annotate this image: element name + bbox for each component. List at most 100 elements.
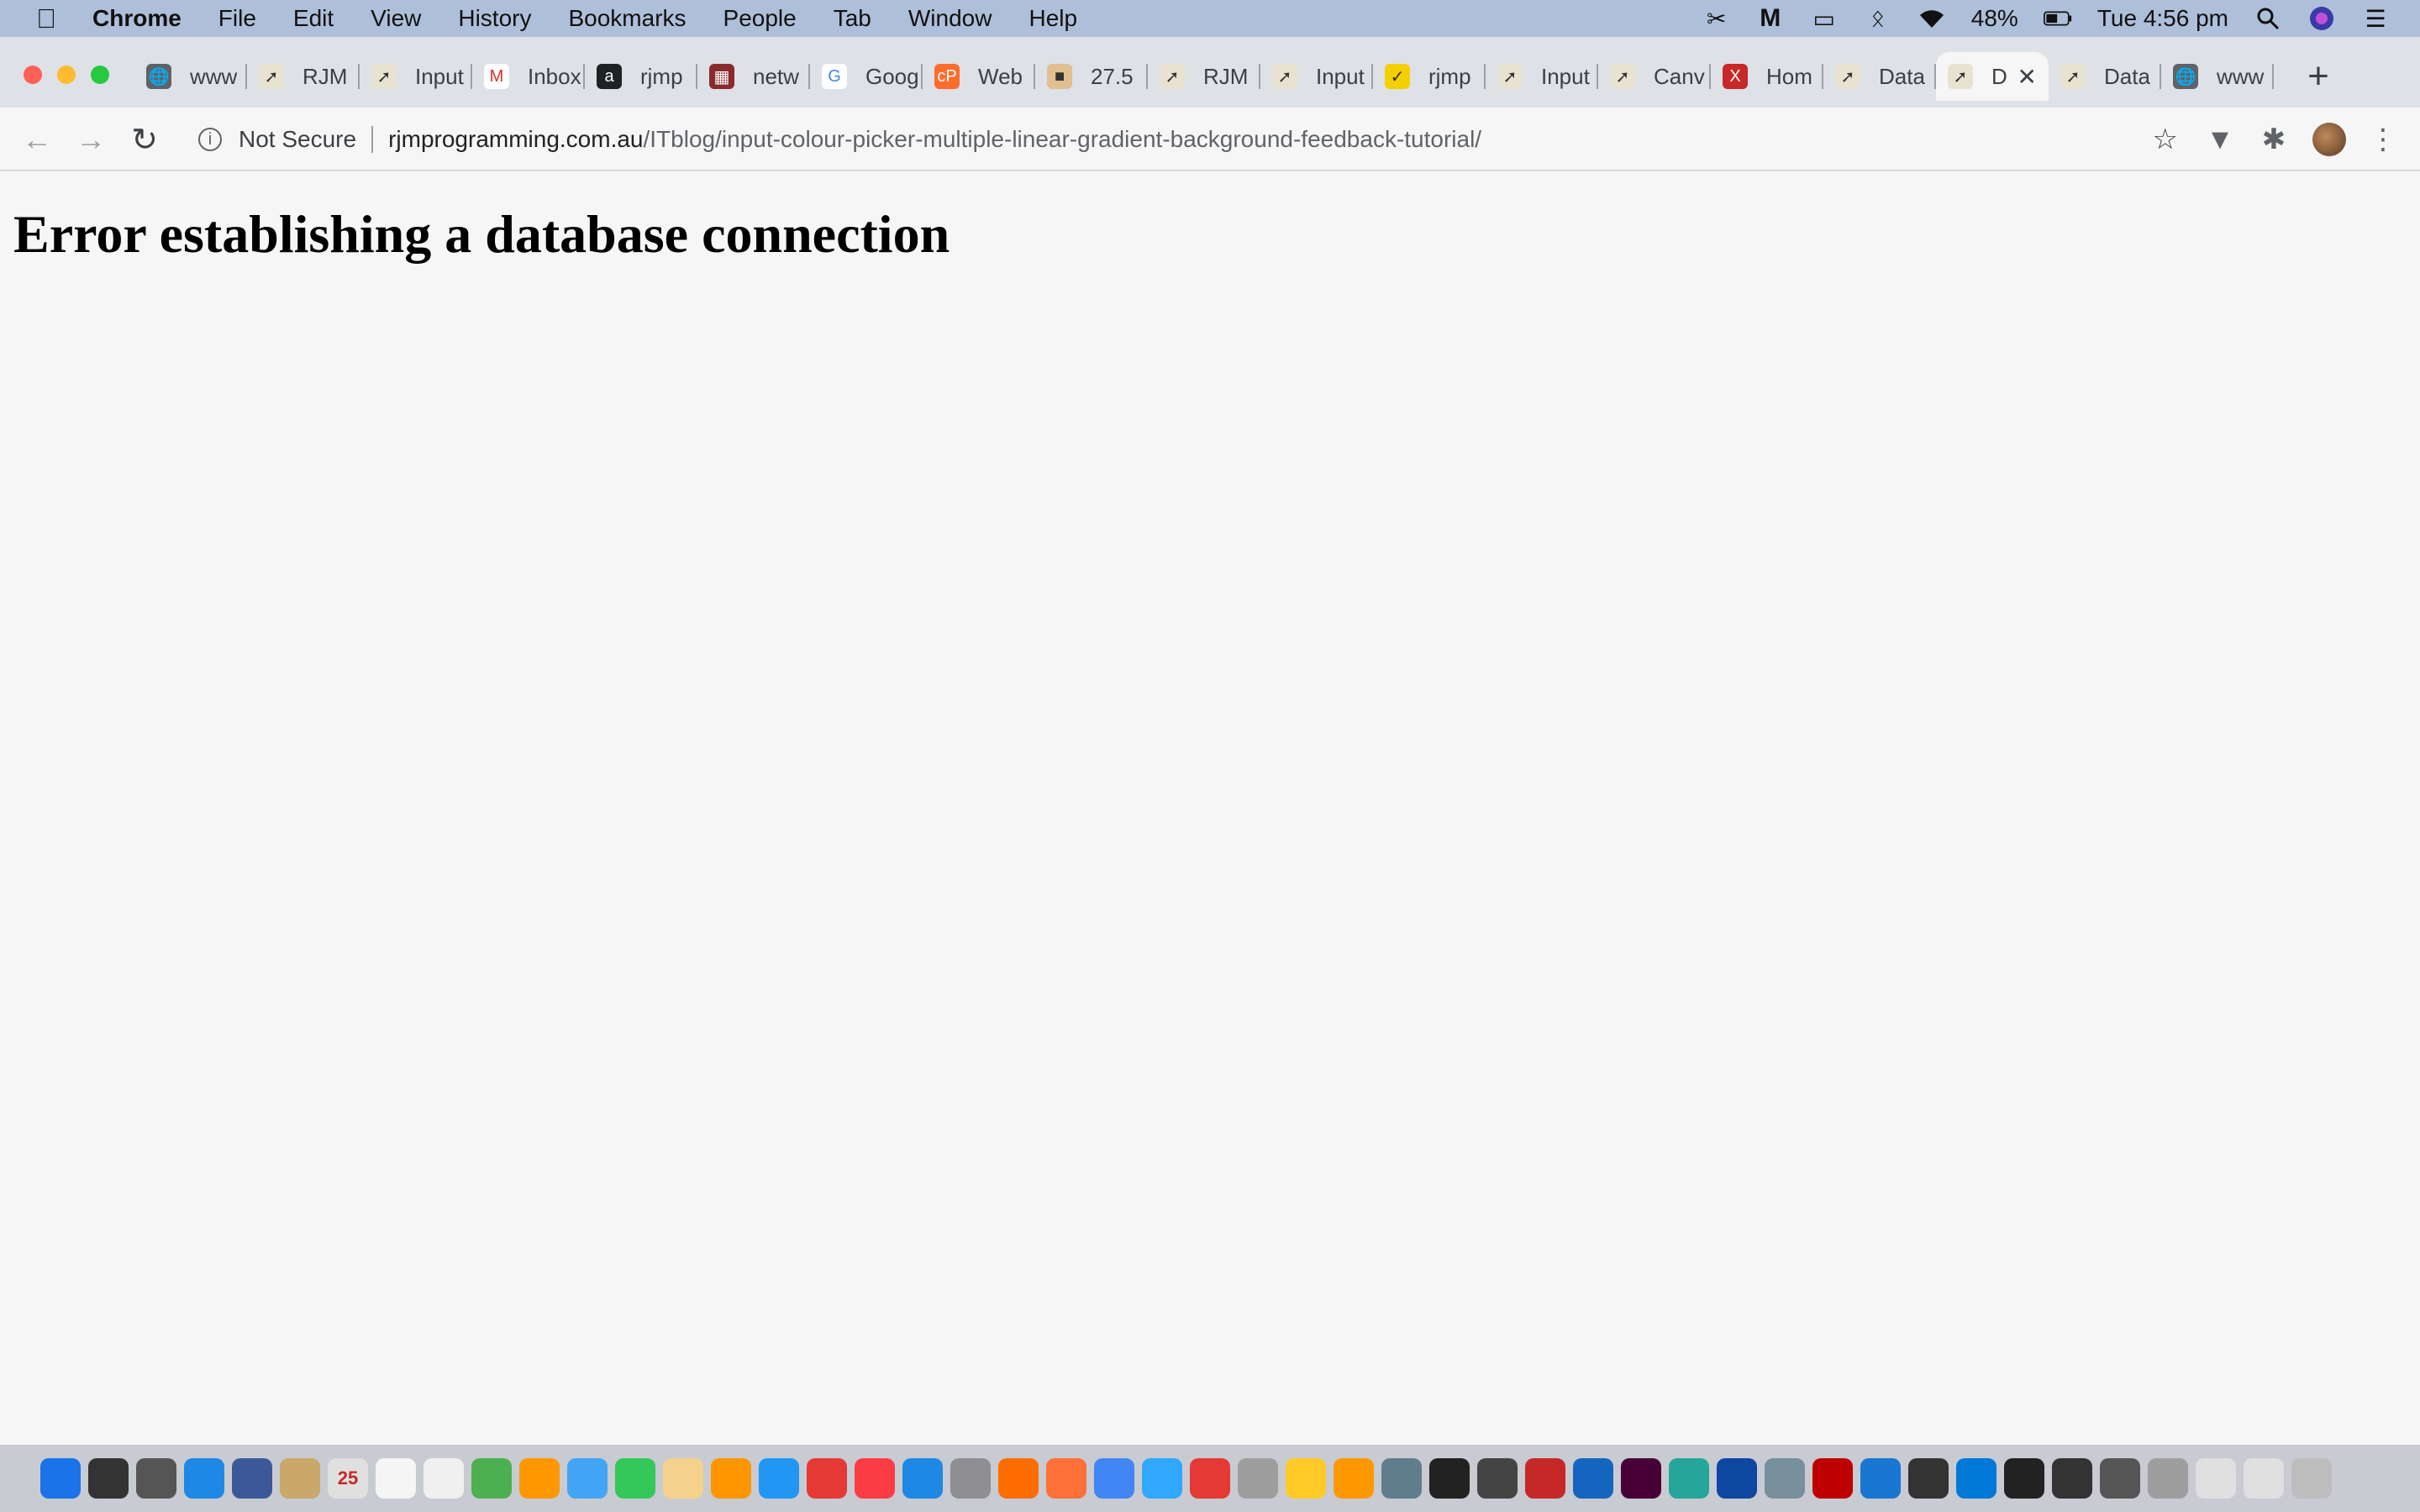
dock-app-icon[interactable] bbox=[1142, 1458, 1182, 1499]
tab-17[interactable]: ➚ Data bbox=[2049, 52, 2161, 101]
dock-app-icon[interactable] bbox=[1765, 1458, 1805, 1499]
tab-16[interactable]: ➚ D ✕ bbox=[1936, 52, 2049, 101]
dock-app-icon[interactable] bbox=[1717, 1458, 1757, 1499]
extension-v-icon[interactable]: ▼ bbox=[2200, 119, 2240, 160]
window-minimize-button[interactable] bbox=[57, 66, 76, 84]
dock-app-icon[interactable] bbox=[2100, 1458, 2140, 1499]
dock-app-icon[interactable] bbox=[1860, 1458, 1901, 1499]
tab-9[interactable]: ➚ RJM bbox=[1148, 52, 1260, 101]
dock-app-icon[interactable] bbox=[1908, 1458, 1949, 1499]
dock-app-icon[interactable] bbox=[567, 1458, 608, 1499]
battery-icon[interactable] bbox=[2043, 6, 2072, 31]
menu-history[interactable]: History bbox=[458, 5, 531, 32]
dock-app-icon[interactable] bbox=[471, 1458, 512, 1499]
address-bar[interactable]: i Not Secure rjmprogramming.com.au/ITblo… bbox=[187, 116, 2186, 163]
dock-app-icon[interactable] bbox=[1334, 1458, 1374, 1499]
spotlight-search-icon[interactable] bbox=[2254, 6, 2282, 31]
dock-app-icon[interactable] bbox=[1238, 1458, 1278, 1499]
notification-center-icon[interactable]: ☰ bbox=[2361, 6, 2390, 32]
tab-2[interactable]: ➚ Input bbox=[360, 52, 472, 101]
dock-app-icon[interactable] bbox=[1669, 1458, 1709, 1499]
tab-0[interactable]: 🌐 www bbox=[134, 52, 247, 101]
menu-file[interactable]: File bbox=[218, 5, 256, 32]
dock-app-icon[interactable] bbox=[807, 1458, 847, 1499]
dock-app-icon[interactable] bbox=[1573, 1458, 1613, 1499]
dock-app-icon[interactable] bbox=[711, 1458, 751, 1499]
forward-button[interactable]: → bbox=[71, 119, 111, 160]
menu-help[interactable]: Help bbox=[1028, 5, 1077, 32]
dock-app-icon[interactable] bbox=[1477, 1458, 1518, 1499]
dock-app-icon[interactable] bbox=[950, 1458, 991, 1499]
clock[interactable]: Tue 4:56 pm bbox=[2097, 5, 2228, 32]
scissors-status-icon[interactable]: ✂ bbox=[1702, 6, 1731, 32]
tab-6[interactable]: G Goog bbox=[810, 52, 923, 101]
dock-app-icon[interactable] bbox=[1956, 1458, 1996, 1499]
dock-app-icon[interactable] bbox=[2148, 1458, 2188, 1499]
siri-icon[interactable] bbox=[2307, 6, 2336, 31]
dock-app-icon[interactable] bbox=[1525, 1458, 1565, 1499]
tab-11[interactable]: ✓ rjmp bbox=[1373, 52, 1486, 101]
dock-app-icon[interactable] bbox=[40, 1458, 81, 1499]
dock-app-icon[interactable] bbox=[855, 1458, 895, 1499]
tab-12[interactable]: ➚ Input bbox=[1486, 52, 1598, 101]
dock-app-icon[interactable] bbox=[902, 1458, 943, 1499]
dock-app-icon[interactable] bbox=[2004, 1458, 2044, 1499]
dock-app-icon[interactable] bbox=[424, 1458, 464, 1499]
back-button[interactable]: ← bbox=[17, 119, 57, 160]
dock-app-icon[interactable] bbox=[1046, 1458, 1086, 1499]
url-path[interactable]: /ITblog/input-colour-picker-multiple-lin… bbox=[644, 126, 1482, 153]
tab-18[interactable]: 🌐 www bbox=[2161, 52, 2274, 101]
dock-app-icon[interactable] bbox=[136, 1458, 176, 1499]
tab-3[interactable]: M Inbox bbox=[472, 52, 585, 101]
menu-view[interactable]: View bbox=[371, 5, 421, 32]
url-domain[interactable]: rjmprogramming.com.au bbox=[388, 126, 643, 153]
menu-people[interactable]: People bbox=[723, 5, 797, 32]
profile-avatar[interactable] bbox=[2312, 123, 2346, 156]
dock-app-icon[interactable] bbox=[2196, 1458, 2236, 1499]
reload-button[interactable]: ↻ bbox=[124, 119, 165, 160]
dock-app-icon[interactable] bbox=[615, 1458, 655, 1499]
dock-app-icon[interactable] bbox=[663, 1458, 703, 1499]
window-close-button[interactable] bbox=[24, 66, 42, 84]
tab-5[interactable]: ▦ netw bbox=[697, 52, 810, 101]
dock-app-icon[interactable] bbox=[232, 1458, 272, 1499]
bluetooth-icon[interactable]: ᛟ bbox=[1864, 5, 1892, 31]
airplay-icon[interactable]: ▭ bbox=[1810, 6, 1839, 32]
dock-app-icon[interactable] bbox=[88, 1458, 129, 1499]
dock-app-icon[interactable] bbox=[376, 1458, 416, 1499]
security-label[interactable]: Not Secure bbox=[239, 126, 356, 153]
menu-edit[interactable]: Edit bbox=[293, 5, 334, 32]
dock-app-icon[interactable] bbox=[1812, 1458, 1853, 1499]
wifi-icon[interactable] bbox=[1918, 6, 1946, 31]
tab-15[interactable]: ➚ Data bbox=[1823, 52, 1936, 101]
tab-1[interactable]: ➚ RJM bbox=[247, 52, 360, 101]
malwarebytes-icon[interactable]: M bbox=[1756, 4, 1785, 32]
tab-7[interactable]: cP Web bbox=[923, 52, 1035, 101]
bookmark-star-icon[interactable]: ☆ bbox=[2153, 123, 2178, 156]
menu-app-name[interactable]: Chrome bbox=[92, 5, 182, 32]
menu-tab[interactable]: Tab bbox=[834, 5, 871, 32]
dock-app-icon[interactable] bbox=[1381, 1458, 1422, 1499]
dock-app-icon[interactable] bbox=[2291, 1458, 2332, 1499]
dock-app-icon[interactable] bbox=[1621, 1458, 1661, 1499]
dock-app-icon[interactable] bbox=[1094, 1458, 1134, 1499]
dock-app-icon[interactable] bbox=[1190, 1458, 1230, 1499]
info-icon[interactable]: i bbox=[198, 128, 222, 151]
tab-close-icon[interactable]: ✕ bbox=[2018, 63, 2037, 91]
tab-14[interactable]: X Hom bbox=[1711, 52, 1823, 101]
menu-bookmarks[interactable]: Bookmarks bbox=[568, 5, 686, 32]
dock-app-icon[interactable] bbox=[1429, 1458, 1470, 1499]
dock-app-icon[interactable] bbox=[2052, 1458, 2092, 1499]
tab-13[interactable]: ➚ Canv bbox=[1598, 52, 1711, 101]
dock-app-icon[interactable] bbox=[519, 1458, 560, 1499]
menu-window[interactable]: Window bbox=[908, 5, 992, 32]
dock-app-icon[interactable] bbox=[280, 1458, 320, 1499]
dock-app-icon[interactable] bbox=[1286, 1458, 1326, 1499]
window-zoom-button[interactable] bbox=[91, 66, 109, 84]
dock-app-icon[interactable] bbox=[2244, 1458, 2284, 1499]
dock-app-icon[interactable] bbox=[998, 1458, 1039, 1499]
new-tab-button[interactable]: + bbox=[2294, 52, 2343, 101]
tab-4[interactable]: a rjmp bbox=[585, 52, 697, 101]
dock-app-icon[interactable] bbox=[759, 1458, 799, 1499]
dock-app-icon[interactable] bbox=[184, 1458, 224, 1499]
